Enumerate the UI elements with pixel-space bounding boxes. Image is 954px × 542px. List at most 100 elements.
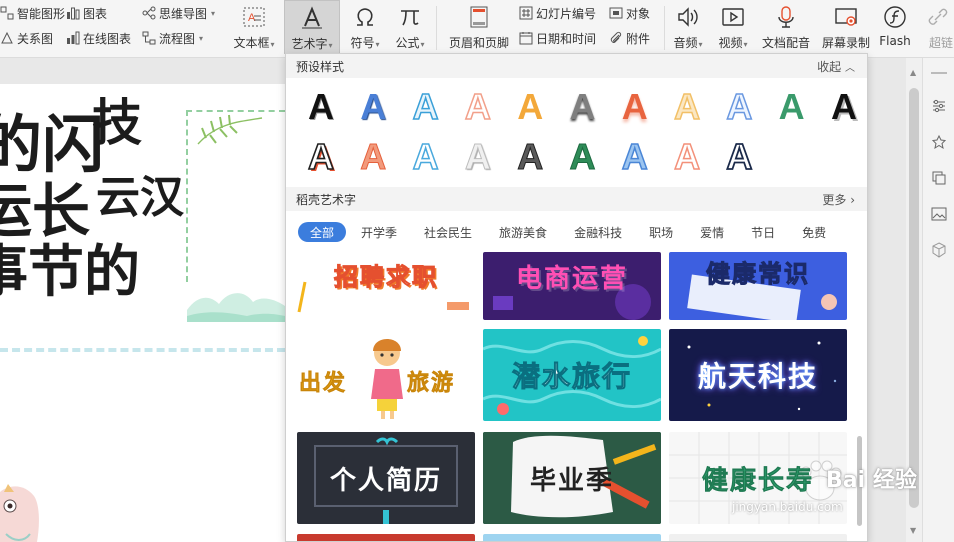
omega-symbol-icon <box>357 8 373 26</box>
mind-map-button[interactable]: 思维导图 ▾ <box>142 4 215 22</box>
bar-chart-icon <box>66 6 80 20</box>
preset-style-17[interactable]: A <box>563 138 601 176</box>
preset-style-12[interactable]: A <box>302 138 340 176</box>
super-link-button[interactable]: 超链 <box>922 0 954 54</box>
online-chart-icon <box>66 31 80 45</box>
symbol-button[interactable]: 符号▾ <box>344 0 386 54</box>
wordart-button[interactable]: 艺术字▾ <box>284 0 340 54</box>
video-button[interactable]: 视频▾ <box>712 0 754 54</box>
preset-style-16[interactable]: A <box>511 138 549 176</box>
template-card-travel-go[interactable]: 出发 旅游 <box>297 329 475 421</box>
preset-style-4[interactable]: A <box>459 88 497 126</box>
dashed-divider <box>0 348 285 352</box>
ribbon-separator <box>664 6 665 50</box>
scrollbar-thumb[interactable] <box>909 88 919 508</box>
cube-icon[interactable] <box>931 242 947 258</box>
docer-wordart-title: 稻壳艺术字 <box>296 192 357 207</box>
leaves-decoration <box>197 114 263 145</box>
preset-style-6[interactable]: A <box>563 88 601 126</box>
preset-style-14[interactable]: A <box>407 138 445 176</box>
preset-style-3[interactable]: A <box>407 88 445 126</box>
more-button[interactable]: 更多 › <box>822 191 855 208</box>
preset-style-7[interactable]: A <box>616 88 654 126</box>
preset-style-8[interactable]: A <box>668 88 706 126</box>
tab-love[interactable]: 爱情 <box>688 222 736 242</box>
template-card-recruit[interactable]: 招聘求职 <box>297 252 475 320</box>
tab-travel-food[interactable]: 旅游美食 <box>487 222 559 242</box>
textbox-icon: A <box>243 7 265 27</box>
preset-style-9[interactable]: A <box>720 88 758 126</box>
object-button[interactable]: 对象 <box>609 4 650 22</box>
formula-button[interactable]: 公式▾ <box>390 0 430 54</box>
scroll-up-icon[interactable]: ▲ <box>910 68 916 77</box>
template-card-graduation[interactable]: 毕业季 <box>483 432 661 524</box>
template-card-partial-1[interactable] <box>297 534 475 541</box>
template-card-partial-2[interactable] <box>483 534 661 541</box>
docer-wordart-header: 稻壳艺术字 更多 › <box>286 187 867 211</box>
preset-styles-header: 预设样式 收起 ︿ <box>286 54 867 78</box>
tab-school-season[interactable]: 开学季 <box>349 222 409 242</box>
preset-style-11[interactable]: A <box>825 88 863 126</box>
template-card-ecommerce[interactable]: 电商运营 <box>483 252 661 320</box>
relation-map-button[interactable]: 关系图 <box>0 29 53 47</box>
pane-divider <box>931 72 947 74</box>
doc-dub-button[interactable]: 文档配音 <box>758 0 814 54</box>
preset-style-1[interactable]: A <box>302 88 340 126</box>
textbox-button[interactable]: A 文本框▾ <box>228 0 280 54</box>
watermark-url: jingyan.baidu.com <box>732 500 843 514</box>
scroll-down-icon[interactable]: ▼ <box>910 526 916 535</box>
slide-number-button[interactable]: 幻灯片编号 <box>519 4 596 22</box>
template-card-diving[interactable]: 潜水旅行 <box>483 329 661 421</box>
online-chart-button[interactable]: 在线图表 <box>66 29 131 47</box>
template-card-text: 潜水旅行 <box>511 360 632 394</box>
tab-workplace[interactable]: 职场 <box>637 222 685 242</box>
collapse-button[interactable]: 收起 ︿ <box>817 58 855 75</box>
calligraphy-text-5: 事节的 <box>0 239 140 305</box>
image-icon[interactable] <box>931 206 947 222</box>
template-card-text: 电商运营 <box>515 263 628 294</box>
chart-button[interactable]: 图表 <box>66 4 107 22</box>
template-card-partial-3[interactable] <box>669 534 847 541</box>
svg-text:A: A <box>248 12 256 24</box>
wordart-dropdown-panel: 预设样式 收起 ︿ A A A A A A A A A A A A A A A … <box>285 53 868 542</box>
copy-icon[interactable] <box>931 170 947 186</box>
speaker-icon <box>678 7 698 27</box>
template-card-health[interactable]: 健康常识 <box>669 252 847 320</box>
smart-graphic-icon <box>0 6 14 20</box>
preset-style-10[interactable]: A <box>773 88 811 126</box>
tab-free[interactable]: 免费 <box>790 222 838 242</box>
pi-formula-icon <box>401 10 419 26</box>
screen-record-button[interactable]: 屏幕录制 <box>818 0 874 54</box>
audio-button[interactable]: 音频▾ <box>668 0 708 54</box>
preset-style-15[interactable]: A <box>459 138 497 176</box>
preset-style-18[interactable]: A <box>616 138 654 176</box>
template-card-aerospace[interactable]: 航天科技 <box>669 329 847 421</box>
flash-button[interactable]: Flash <box>876 0 914 54</box>
smart-graphic-button[interactable]: 智能图形 <box>0 4 65 22</box>
star-icon[interactable] <box>931 134 947 150</box>
preset-style-13[interactable]: A <box>354 138 392 176</box>
tab-all[interactable]: 全部 <box>298 222 347 242</box>
preset-style-2[interactable]: A <box>354 88 392 126</box>
dashed-frame <box>186 110 285 282</box>
template-card-text: 航天科技 <box>697 360 818 393</box>
preset-style-19[interactable]: A <box>668 138 706 176</box>
preset-style-20[interactable]: A <box>720 138 758 176</box>
mind-map-icon <box>142 6 156 20</box>
preset-style-5[interactable]: A <box>511 88 549 126</box>
template-card-resume[interactable]: 个人简历 <box>297 432 475 524</box>
date-time-button[interactable]: 日期和时间 <box>519 29 596 47</box>
tab-festival[interactable]: 节日 <box>739 222 787 242</box>
slide[interactable]: 的闪 技 运长 云汉 事节的 <box>0 84 285 542</box>
header-footer-button[interactable]: 页眉和页脚 <box>446 0 512 54</box>
attachment-button[interactable]: 附件 <box>609 29 650 47</box>
paperclip-icon <box>609 31 623 45</box>
flowchart-button[interactable]: 流程图 ▾ <box>142 29 203 47</box>
relation-map-icon <box>0 31 14 45</box>
settings-sliders-icon[interactable] <box>931 98 947 114</box>
link-icon <box>928 8 948 25</box>
tab-finance-tech[interactable]: 金融科技 <box>562 222 634 242</box>
tab-society[interactable]: 社会民生 <box>412 222 484 242</box>
screen-record-icon <box>835 8 857 26</box>
calligraphy-text-3: 技 <box>92 93 142 152</box>
